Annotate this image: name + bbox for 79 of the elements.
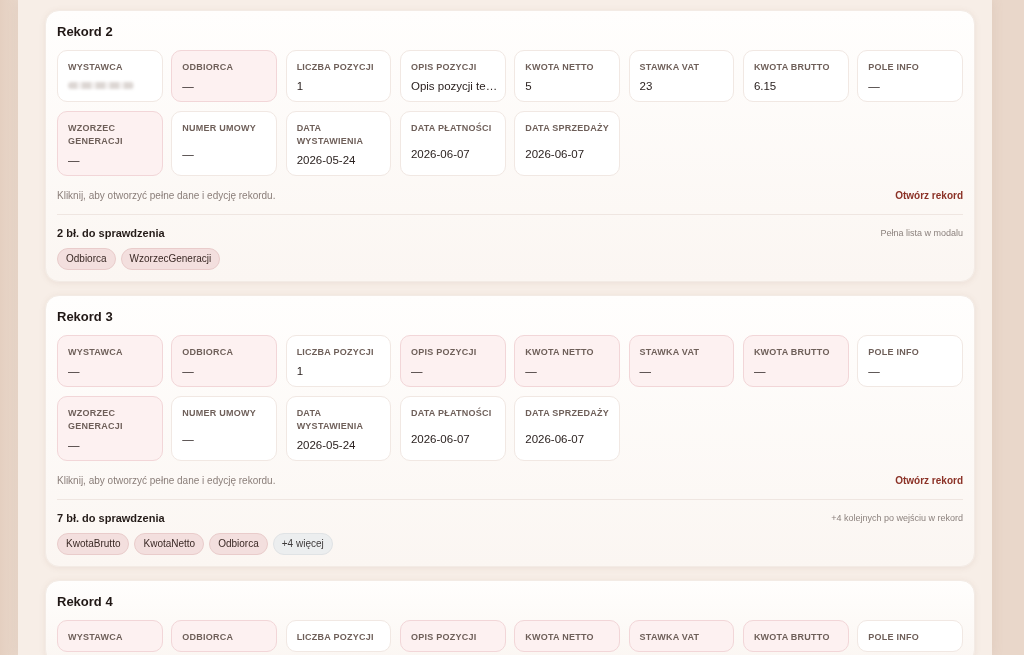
field-label: KWOTA BRUTTO — [753, 61, 830, 74]
field-value: — — [68, 438, 80, 453]
errors-heading: 2 bł. do sprawdzenia — [57, 226, 165, 241]
field-value: 2026-06-07 — [525, 146, 585, 162]
field-label: WYSTAWCA — [68, 61, 123, 74]
field-label: LICZBA POZYCJI — [296, 631, 374, 644]
field-label: KWOTA NETTO — [525, 631, 594, 644]
field-label: DATA PŁATNOŚCI — [410, 122, 492, 135]
error-field-tag: KwotaNetto — [134, 533, 205, 555]
field-value: — — [182, 431, 194, 447]
record-card[interactable]: Rekord 4 WYSTAWCA ODBIORCA LICZBA POZYCJI OPIS POZYCJI KWOTA NETTO STAWKA VAT KWOTA BRUTTO POLE INFO — [45, 580, 975, 655]
error-field-tag: Odbiorca — [57, 248, 116, 270]
record-title: Rekord 4 — [57, 593, 113, 611]
field-label: STAWKA VAT — [639, 61, 700, 74]
field-label: WYSTAWCA — [68, 631, 123, 644]
errors-note: +4 kolejnych po wejściu w rekord — [831, 511, 963, 525]
field-value: Opis pozycji te… — [410, 79, 498, 94]
field-label: DATA WYSTAWIENIA — [296, 122, 365, 148]
field-value: — — [868, 364, 880, 379]
field-label: ODBIORCA — [182, 346, 234, 359]
field-label: KWOTA NETTO — [525, 346, 594, 359]
field-value: — — [68, 153, 80, 168]
field-value: 2026-05-24 — [296, 438, 356, 453]
field-value: 5 — [525, 79, 532, 94]
field-label: STAWKA VAT — [639, 631, 700, 644]
field-value: 1 — [296, 79, 304, 94]
error-field-tag: Odbiorca — [209, 533, 268, 555]
error-field-tag: KwotaBrutto — [57, 533, 130, 555]
field-label: DATA PŁATNOŚCI — [410, 407, 492, 420]
field-label: DATA SPRZEDAŻY — [525, 122, 610, 135]
field-value: 2026-05-24 — [296, 153, 356, 168]
record-title: Rekord 2 — [57, 23, 113, 41]
field-label: DATA WYSTAWIENIA — [296, 407, 365, 433]
field-label: WYSTAWCA — [68, 346, 123, 359]
field-value: — — [410, 364, 423, 379]
field-label: ODBIORCA — [182, 631, 234, 644]
record-card[interactable] — [45, 295, 975, 567]
field-label: KWOTA BRUTTO — [753, 631, 830, 644]
field-label: OPIS POZYCJI — [410, 346, 477, 359]
field-value: — — [182, 146, 194, 162]
hint-text: Kliknij, aby otworzyć pełne dane i edycję rekordu. — [57, 189, 276, 203]
hint-text: Kliknij, aby otworzyć pełne dane i edycję rekordu. — [57, 474, 276, 488]
field-label: POLE INFO — [868, 631, 919, 644]
field-value: — — [68, 364, 80, 379]
field-label: KWOTA BRUTTO — [753, 346, 830, 359]
field-label: WZORZEC GENERACJI — [68, 122, 124, 148]
field-value: — — [525, 364, 537, 379]
field-label: NUMER UMOWY — [182, 122, 257, 135]
field-value: 23 — [639, 79, 653, 94]
field-value: 1 — [296, 364, 304, 379]
error-field-tag: WzorzecGeneracji — [120, 248, 221, 270]
field-value: 2026-06-07 — [525, 431, 585, 447]
record-title: Rekord 3 — [57, 308, 113, 326]
field-label: KWOTA NETTO — [525, 61, 594, 74]
open-record-link[interactable]: Otwórz rekord — [895, 189, 963, 203]
field-value: — — [639, 364, 652, 379]
field-label: LICZBA POZYCJI — [296, 346, 374, 359]
field-label: POLE INFO — [868, 61, 919, 74]
field-label: STAWKA VAT — [639, 346, 700, 359]
field-label: OPIS POZYCJI — [410, 61, 477, 74]
field-label: NUMER UMOWY — [182, 407, 257, 420]
more-errors-tag: +4 więcej — [272, 533, 333, 555]
field-value: 2026-06-07 — [410, 146, 470, 162]
field-label: LICZBA POZYCJI — [296, 61, 374, 74]
field-label: POLE INFO — [868, 346, 919, 359]
record-card[interactable] — [45, 10, 975, 282]
field-value: — — [753, 364, 766, 379]
field-label: WZORZEC GENERACJI — [68, 407, 124, 433]
field-value: — — [182, 79, 194, 94]
field-value: — — [868, 79, 880, 94]
field-label: OPIS POZYCJI — [410, 631, 477, 644]
errors-note: Pełna lista w modalu — [880, 226, 963, 240]
field-value: 6.15 — [753, 79, 777, 94]
field-value: — — [182, 364, 194, 379]
field-label: DATA SPRZEDAŻY — [525, 407, 610, 420]
errors-heading: 7 bł. do sprawdzenia — [57, 511, 165, 526]
open-record-link[interactable]: Otwórz rekord — [895, 474, 963, 488]
field-label: ODBIORCA — [182, 61, 234, 74]
field-value: 2026-06-07 — [410, 431, 470, 447]
